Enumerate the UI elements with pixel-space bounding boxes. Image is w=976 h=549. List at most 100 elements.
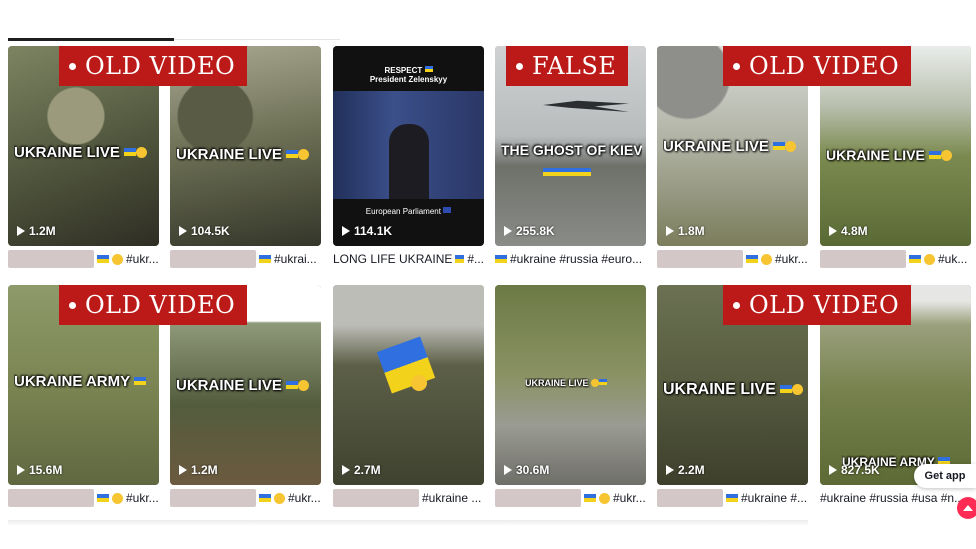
emoji-icon	[940, 150, 952, 161]
thumbnail-overlay-text: UKRAINE LIVE	[176, 377, 317, 394]
arrow-up-icon	[963, 505, 973, 511]
thumbnail-overlay-text: UKRAINE ARMY	[14, 373, 155, 390]
profile-tabs	[8, 36, 340, 42]
ukraine-flag-icon	[909, 255, 921, 263]
overlay-caption-bottom: European Parliament	[333, 207, 484, 216]
ukraine-flag-icon	[286, 381, 299, 389]
video-card[interactable]: UKRAINE LIVE 30.6M #ukr...	[495, 285, 646, 508]
ukraine-flag-icon	[543, 168, 555, 176]
video-thumbnail[interactable]: UKRAINE LIVE 30.6M	[495, 285, 646, 485]
flag-row	[543, 164, 591, 182]
emoji-icon	[411, 375, 427, 395]
emoji-icon	[761, 253, 772, 265]
ukraine-flag-icon	[286, 150, 299, 158]
emoji-icon	[785, 141, 797, 152]
video-caption[interactable]: #ukr...	[8, 249, 159, 269]
ukraine-flag-icon	[555, 168, 567, 176]
thumbnail-overlay-text: UKRAINE LIVE	[663, 381, 804, 399]
view-count: 2.2M	[666, 463, 705, 477]
redacted-caption	[8, 489, 94, 507]
thumbnail-overlay-text: UKRAINE LIVE	[826, 147, 967, 163]
emoji-icon	[924, 253, 935, 265]
video-caption[interactable]: LONG LIFE UKRAINE #...	[333, 249, 484, 269]
ukraine-flag-icon	[455, 255, 465, 263]
play-icon	[504, 226, 512, 236]
video-thumbnail[interactable]: 2.7M	[333, 285, 484, 485]
redacted-caption	[657, 250, 743, 268]
ukraine-flag-icon	[97, 255, 109, 263]
view-count: 104.5K	[179, 224, 230, 238]
tab-videos-active-indicator[interactable]	[8, 38, 174, 41]
eu-flag-icon	[443, 207, 452, 213]
view-count: 30.6M	[504, 463, 549, 477]
view-count: 1.2M	[17, 224, 56, 238]
view-count: 1.2M	[179, 463, 218, 477]
video-thumbnail[interactable]: RESPECT President Zelenskyy European Par…	[333, 46, 484, 246]
video-caption[interactable]: #ukrai...	[170, 249, 321, 269]
ukraine-flag-icon	[424, 66, 433, 72]
ukraine-flag-icon	[567, 168, 579, 176]
video-caption[interactable]: #ukraine #russia #usa #n...	[820, 488, 971, 508]
view-count: 827.5K	[829, 463, 880, 477]
redacted-caption	[495, 489, 581, 507]
view-count: 114.1K	[342, 224, 392, 238]
ukraine-flag-icon	[584, 494, 596, 502]
old-video-badge: OLD VIDEO	[59, 46, 248, 86]
ukraine-flag-icon	[928, 151, 941, 159]
play-icon	[342, 465, 350, 475]
ukraine-flag-icon	[495, 255, 507, 263]
ukraine-flag-icon	[97, 494, 109, 502]
video-caption[interactable]: #uk...	[820, 249, 971, 269]
redacted-caption	[333, 489, 419, 507]
video-caption[interactable]: #ukr...	[8, 488, 159, 508]
view-count: 4.8M	[829, 224, 868, 238]
redacted-caption	[820, 250, 906, 268]
ukraine-flag-icon	[134, 377, 147, 385]
ukraine-flag-icon	[780, 385, 793, 393]
play-icon	[179, 465, 187, 475]
video-caption[interactable]: #ukr...	[170, 488, 321, 508]
video-card[interactable]: RESPECT President Zelenskyy European Par…	[333, 46, 484, 269]
emoji-icon	[298, 149, 310, 160]
video-caption[interactable]: #ukraine #...	[657, 488, 808, 508]
play-icon	[179, 226, 187, 236]
emoji-icon	[112, 492, 123, 504]
play-icon	[829, 465, 837, 475]
view-count: 15.6M	[17, 463, 62, 477]
ukraine-flag-icon	[259, 255, 271, 263]
thumbnail-overlay-text: UKRAINE LIVE	[525, 378, 642, 388]
thumbnail-overlay-text: UKRAINE LIVE	[663, 138, 804, 155]
play-icon	[504, 465, 512, 475]
redacted-caption	[657, 489, 723, 507]
play-icon	[17, 226, 25, 236]
video-caption[interactable]: #ukr...	[495, 488, 646, 508]
video-card[interactable]: 2.7M #ukraine ...	[333, 285, 484, 508]
scroll-to-top-button[interactable]	[957, 497, 976, 519]
view-count: 255.8K	[504, 224, 555, 238]
ukraine-flag-icon	[259, 494, 271, 502]
emoji-icon	[274, 492, 285, 504]
emoji-icon	[792, 384, 804, 395]
emoji-icon	[599, 492, 610, 504]
play-icon	[17, 465, 25, 475]
video-caption[interactable]: #ukraine #russia #euro...	[495, 249, 646, 269]
play-icon	[666, 226, 674, 236]
old-video-badge: OLD VIDEO	[723, 46, 912, 86]
play-icon	[666, 465, 674, 475]
tab-liked-indicator[interactable]	[174, 39, 340, 40]
ukraine-flag-icon	[746, 255, 758, 263]
ukraine-flag-icon	[773, 142, 786, 150]
video-caption[interactable]: #ukr...	[657, 249, 808, 269]
view-count: 2.7M	[342, 463, 381, 477]
ukraine-flag-icon	[579, 168, 591, 176]
video-caption[interactable]: #ukraine ...	[333, 488, 484, 508]
emoji-icon	[136, 147, 148, 158]
thumbnail-overlay-text: THE GHOST OF KIEV	[501, 142, 642, 158]
emoji-icon	[298, 380, 310, 391]
speaker-figure	[389, 124, 429, 199]
play-icon	[342, 226, 350, 236]
ukraine-flag-icon	[124, 148, 137, 156]
redacted-caption	[170, 250, 256, 268]
get-app-button[interactable]: Get app	[914, 464, 976, 488]
old-video-badge: OLD VIDEO	[723, 285, 912, 325]
